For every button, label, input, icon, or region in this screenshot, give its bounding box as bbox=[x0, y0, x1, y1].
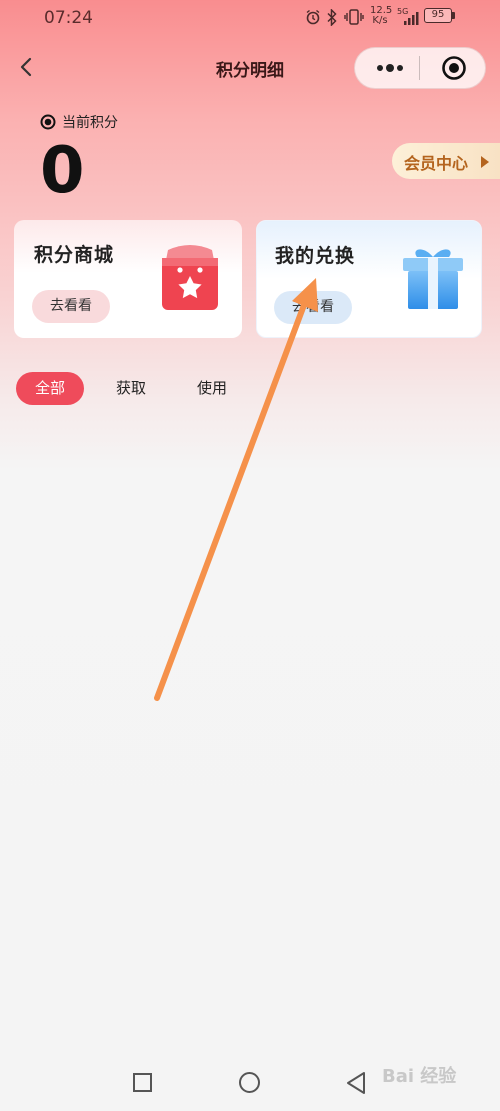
current-points-value: 0 bbox=[40, 134, 85, 208]
points-mall-card[interactable]: 积分商城 去看看 bbox=[14, 220, 242, 338]
battery-tip bbox=[452, 12, 455, 19]
alarm-icon bbox=[305, 9, 321, 29]
tab-earn[interactable]: 获取 bbox=[116, 372, 146, 405]
home-button[interactable] bbox=[239, 1072, 260, 1093]
watermark: Bai 经验 bbox=[382, 1066, 457, 1087]
member-center-label: 会员中心 bbox=[404, 154, 469, 173]
network-speed: 12.5 K/s bbox=[370, 6, 392, 26]
signal-bars-icon bbox=[403, 10, 421, 29]
network-speed-unit: K/s bbox=[372, 15, 388, 26]
status-time: 07:24 bbox=[44, 8, 93, 28]
my-exchange-view-button[interactable]: 去看看 bbox=[274, 291, 352, 324]
more-dots-icon[interactable] bbox=[372, 58, 408, 78]
shopping-bag-star-icon bbox=[158, 242, 222, 318]
system-back-icon[interactable] bbox=[345, 1071, 367, 1095]
recent-apps-button[interactable] bbox=[133, 1073, 152, 1092]
tab-all-label[interactable]: 全部 bbox=[16, 372, 84, 405]
my-exchange-title: 我的兑换 bbox=[275, 245, 356, 267]
gift-box-icon bbox=[399, 245, 467, 317]
battery-indicator: 95 bbox=[424, 8, 452, 23]
member-center-arrow-icon bbox=[480, 154, 490, 168]
points-mall-view-button[interactable]: 去看看 bbox=[32, 290, 110, 323]
tab-use[interactable]: 使用 bbox=[197, 372, 227, 405]
bluetooth-icon bbox=[326, 8, 338, 30]
vibrate-icon bbox=[344, 9, 364, 29]
capsule-divider bbox=[419, 56, 420, 80]
points-mall-title: 积分商城 bbox=[34, 244, 115, 266]
my-exchange-card[interactable]: 我的兑换 去看看 bbox=[256, 220, 482, 338]
close-target-icon[interactable] bbox=[441, 55, 467, 81]
